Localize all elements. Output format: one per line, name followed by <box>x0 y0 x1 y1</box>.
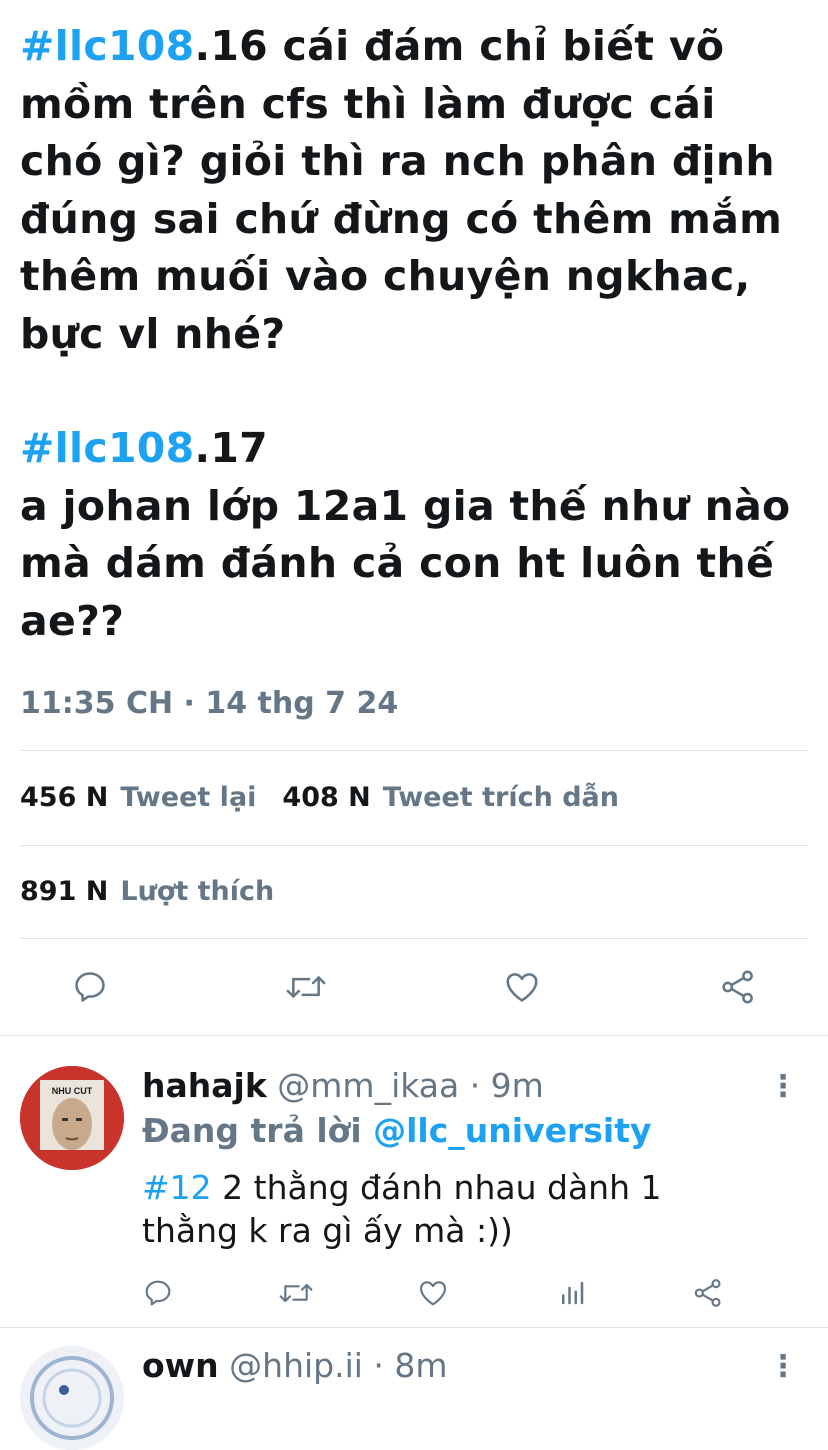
avatar-image <box>20 1346 124 1450</box>
like-label[interactable]: Lượt thích <box>120 876 274 907</box>
like-icon[interactable] <box>500 965 544 1009</box>
avatar[interactable]: NHU CUT <box>20 1066 124 1170</box>
avatar-image: NHU CUT <box>20 1066 124 1170</box>
share-icon[interactable] <box>716 965 760 1009</box>
avatar-caption: NHU CUT <box>52 1086 93 1096</box>
reply-author[interactable]: own @hhip.ii · 8m <box>142 1346 448 1385</box>
divider <box>20 750 808 751</box>
divider <box>20 845 808 846</box>
mention-link[interactable]: @llc_university <box>373 1111 651 1150</box>
tweet-paragraph-1: #llc108.16 cái đám chỉ biết võ mồm trên … <box>20 22 783 358</box>
quote-label[interactable]: Tweet trích dẫn <box>383 782 619 813</box>
display-name[interactable]: hahajk <box>142 1066 267 1105</box>
more-options-icon[interactable]: ⋮ <box>768 1352 798 1382</box>
hashtag-link[interactable]: #llc108 <box>20 424 194 472</box>
tweet-paragraph-2: #llc108.17 a johan lớp 12a1 gia thế như n… <box>20 424 791 645</box>
hashtag-link[interactable]: #12 <box>142 1168 212 1207</box>
divider <box>20 938 808 939</box>
hashtag-link[interactable]: #llc108 <box>20 22 194 70</box>
reply-author[interactable]: hahajk @mm_ikaa · 9m <box>142 1066 544 1105</box>
like-icon[interactable] <box>416 1276 450 1310</box>
reply-icon[interactable] <box>68 965 112 1009</box>
like-stats: 891 N Lượt thích <box>20 876 300 907</box>
analytics-icon[interactable] <box>555 1276 589 1310</box>
more-options-icon[interactable]: ⋮ <box>768 1072 798 1102</box>
reply-icon[interactable] <box>141 1276 175 1310</box>
tweet-text: #llc108.16 cái đám chỉ biết võ mồm trên … <box>20 18 810 650</box>
display-name[interactable]: own <box>142 1346 219 1385</box>
reply-text: #12 2 thằng đánh nhau dành 1 thằng k ra … <box>142 1168 662 1250</box>
retweet-label[interactable]: Tweet lại <box>120 782 256 813</box>
divider <box>0 1327 828 1328</box>
tweet-timestamp[interactable]: 11:35 CH · 14 thg 7 24 <box>20 686 398 721</box>
replying-to: Đang trả lời @llc_university <box>142 1111 652 1150</box>
handle[interactable]: @hhip.ii · 8m <box>229 1346 447 1385</box>
retweet-count[interactable]: 456 N <box>20 782 108 813</box>
retweet-stats: 456 N Tweet lại 408 N Tweet trích dẫn <box>20 782 645 813</box>
quote-count[interactable]: 408 N <box>282 782 370 813</box>
like-count[interactable]: 891 N <box>20 876 108 907</box>
share-icon[interactable] <box>691 1276 725 1310</box>
retweet-icon[interactable] <box>277 1276 315 1310</box>
divider <box>0 1035 828 1036</box>
retweet-icon[interactable] <box>283 965 329 1009</box>
handle[interactable]: @mm_ikaa · 9m <box>277 1066 544 1105</box>
avatar[interactable] <box>20 1346 124 1450</box>
